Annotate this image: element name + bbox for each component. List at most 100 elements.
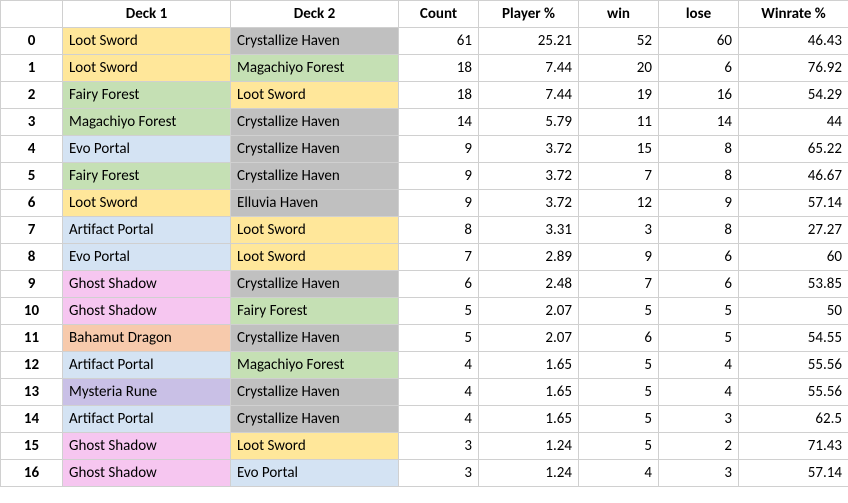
- deck1-cell[interactable]: Loot Sword: [63, 55, 231, 82]
- header-count[interactable]: Count: [399, 1, 479, 28]
- table-row[interactable]: 11Bahamut DragonCrystallize Haven52.0765…: [1, 325, 848, 352]
- deck1-cell[interactable]: Artifact Portal: [63, 352, 231, 379]
- win-cell[interactable]: 6: [579, 325, 659, 352]
- deck1-cell[interactable]: Loot Sword: [63, 190, 231, 217]
- count-cell[interactable]: 5: [399, 325, 479, 352]
- row-index[interactable]: 8: [1, 244, 63, 271]
- deck2-cell[interactable]: Loot Sword: [231, 244, 399, 271]
- deck2-cell[interactable]: Fairy Forest: [231, 298, 399, 325]
- row-index[interactable]: 15: [1, 433, 63, 460]
- win-cell[interactable]: 5: [579, 352, 659, 379]
- lose-cell[interactable]: 4: [659, 352, 739, 379]
- table-row[interactable]: 4Evo PortalCrystallize Haven93.7215865.2…: [1, 136, 848, 163]
- count-cell[interactable]: 5: [399, 298, 479, 325]
- row-index[interactable]: 13: [1, 379, 63, 406]
- lose-cell[interactable]: 3: [659, 406, 739, 433]
- winrate-cell[interactable]: 71.43: [739, 433, 848, 460]
- winrate-cell[interactable]: 44: [739, 109, 848, 136]
- deck2-cell[interactable]: Loot Sword: [231, 433, 399, 460]
- win-cell[interactable]: 20: [579, 55, 659, 82]
- table-row[interactable]: 7Artifact PortalLoot Sword83.313827.27: [1, 217, 848, 244]
- win-cell[interactable]: 5: [579, 379, 659, 406]
- header-winrate[interactable]: Winrate %: [739, 1, 848, 28]
- header-player[interactable]: Player %: [479, 1, 579, 28]
- table-row[interactable]: 9Ghost ShadowCrystallize Haven62.487653.…: [1, 271, 848, 298]
- win-cell[interactable]: 5: [579, 406, 659, 433]
- count-cell[interactable]: 14: [399, 109, 479, 136]
- count-cell[interactable]: 3: [399, 460, 479, 487]
- deck2-cell[interactable]: Magachiyo Forest: [231, 55, 399, 82]
- lose-cell[interactable]: 16: [659, 82, 739, 109]
- playerpct-cell[interactable]: 1.65: [479, 379, 579, 406]
- count-cell[interactable]: 18: [399, 55, 479, 82]
- playerpct-cell[interactable]: 2.89: [479, 244, 579, 271]
- table-row[interactable]: 0Loot SwordCrystallize Haven6125.2152604…: [1, 28, 848, 55]
- row-index[interactable]: 7: [1, 217, 63, 244]
- win-cell[interactable]: 4: [579, 460, 659, 487]
- winrate-cell[interactable]: 55.56: [739, 379, 848, 406]
- lose-cell[interactable]: 60: [659, 28, 739, 55]
- playerpct-cell[interactable]: 3.31: [479, 217, 579, 244]
- lose-cell[interactable]: 8: [659, 136, 739, 163]
- count-cell[interactable]: 7: [399, 244, 479, 271]
- deck2-cell[interactable]: Crystallize Haven: [231, 271, 399, 298]
- playerpct-cell[interactable]: 7.44: [479, 82, 579, 109]
- count-cell[interactable]: 9: [399, 190, 479, 217]
- winrate-cell[interactable]: 65.22: [739, 136, 848, 163]
- win-cell[interactable]: 15: [579, 136, 659, 163]
- win-cell[interactable]: 9: [579, 244, 659, 271]
- winrate-cell[interactable]: 57.14: [739, 460, 848, 487]
- deck1-cell[interactable]: Evo Portal: [63, 136, 231, 163]
- deck1-cell[interactable]: Artifact Portal: [63, 406, 231, 433]
- lose-cell[interactable]: 9: [659, 190, 739, 217]
- table-row[interactable]: 2Fairy ForestLoot Sword187.44191654.29: [1, 82, 848, 109]
- win-cell[interactable]: 5: [579, 433, 659, 460]
- count-cell[interactable]: 61: [399, 28, 479, 55]
- deck1-cell[interactable]: Fairy Forest: [63, 163, 231, 190]
- win-cell[interactable]: 5: [579, 298, 659, 325]
- table-row[interactable]: 12Artifact PortalMagachiyo Forest41.6554…: [1, 352, 848, 379]
- lose-cell[interactable]: 4: [659, 379, 739, 406]
- lose-cell[interactable]: 8: [659, 163, 739, 190]
- table-row[interactable]: 15Ghost ShadowLoot Sword31.245271.43: [1, 433, 848, 460]
- lose-cell[interactable]: 6: [659, 55, 739, 82]
- playerpct-cell[interactable]: 1.65: [479, 406, 579, 433]
- winrate-cell[interactable]: 46.43: [739, 28, 848, 55]
- playerpct-cell[interactable]: 2.07: [479, 298, 579, 325]
- playerpct-cell[interactable]: 2.48: [479, 271, 579, 298]
- count-cell[interactable]: 18: [399, 82, 479, 109]
- win-cell[interactable]: 19: [579, 82, 659, 109]
- winrate-cell[interactable]: 53.85: [739, 271, 848, 298]
- deck2-cell[interactable]: Crystallize Haven: [231, 325, 399, 352]
- row-index[interactable]: 10: [1, 298, 63, 325]
- deck2-cell[interactable]: Crystallize Haven: [231, 163, 399, 190]
- deck2-cell[interactable]: Crystallize Haven: [231, 406, 399, 433]
- row-index[interactable]: 14: [1, 406, 63, 433]
- row-index[interactable]: 9: [1, 271, 63, 298]
- lose-cell[interactable]: 6: [659, 244, 739, 271]
- row-index[interactable]: 1: [1, 55, 63, 82]
- playerpct-cell[interactable]: 3.72: [479, 190, 579, 217]
- playerpct-cell[interactable]: 3.72: [479, 163, 579, 190]
- win-cell[interactable]: 7: [579, 163, 659, 190]
- row-index[interactable]: 11: [1, 325, 63, 352]
- winrate-cell[interactable]: 54.29: [739, 82, 848, 109]
- win-cell[interactable]: 7: [579, 271, 659, 298]
- row-index[interactable]: 6: [1, 190, 63, 217]
- deck1-cell[interactable]: Artifact Portal: [63, 217, 231, 244]
- win-cell[interactable]: 52: [579, 28, 659, 55]
- deck1-cell[interactable]: Ghost Shadow: [63, 298, 231, 325]
- lose-cell[interactable]: 3: [659, 460, 739, 487]
- row-index[interactable]: 2: [1, 82, 63, 109]
- deck2-cell[interactable]: Crystallize Haven: [231, 28, 399, 55]
- playerpct-cell[interactable]: 5.79: [479, 109, 579, 136]
- row-index[interactable]: 4: [1, 136, 63, 163]
- row-index[interactable]: 16: [1, 460, 63, 487]
- deck2-cell[interactable]: Crystallize Haven: [231, 379, 399, 406]
- deck1-cell[interactable]: Magachiyo Forest: [63, 109, 231, 136]
- deck1-cell[interactable]: Ghost Shadow: [63, 460, 231, 487]
- deck1-cell[interactable]: Loot Sword: [63, 28, 231, 55]
- playerpct-cell[interactable]: 25.21: [479, 28, 579, 55]
- win-cell[interactable]: 12: [579, 190, 659, 217]
- count-cell[interactable]: 4: [399, 352, 479, 379]
